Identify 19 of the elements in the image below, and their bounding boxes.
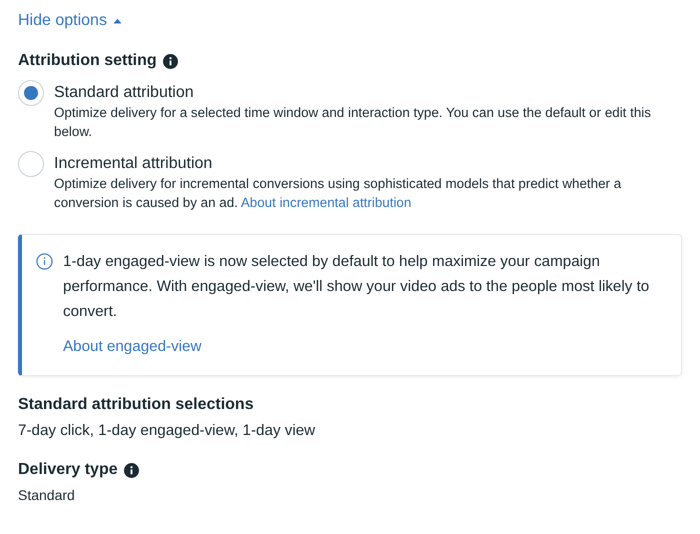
notice-text: 1-day engaged-view is now selected by default to help maximize your campaign performance. With engaged-view, we'll show your video ads to the people most likely to convert.: [63, 252, 650, 322]
learn-more-link[interactable]: About incremental attribution: [240, 195, 412, 210]
engaged-view-link[interactable]: About engaged-view: [63, 334, 202, 359]
option-label: Incremental attribution: [54, 154, 214, 174]
option-description: Optimize delivery for incremental conversions using sophisticated models that predict whether a conversion is caused by an ad. About incremental attribution: [54, 175, 622, 212]
section-heading: Attribution setting: [18, 52, 157, 70]
selections-value: 7-day click, 1-day engaged-view, 1-day view: [18, 422, 316, 439]
caret-icon: [112, 18, 122, 24]
section-heading: Standard attribution selections: [18, 396, 254, 414]
radio-button[interactable]: [18, 151, 44, 177]
delivery-value: Standard: [18, 487, 76, 503]
section-heading: Delivery type: [18, 461, 118, 479]
option-label: Standard attribution: [54, 83, 195, 103]
option-description: Optimize delivery for a selected time window and interaction type. You can use the default or edit this below.: [54, 104, 652, 141]
info-icon: [36, 253, 53, 270]
info-icon: [124, 462, 139, 478]
hide-options-link[interactable]: Hide options: [18, 12, 122, 30]
radio-button[interactable]: [18, 80, 44, 106]
info-icon: [162, 54, 178, 68]
